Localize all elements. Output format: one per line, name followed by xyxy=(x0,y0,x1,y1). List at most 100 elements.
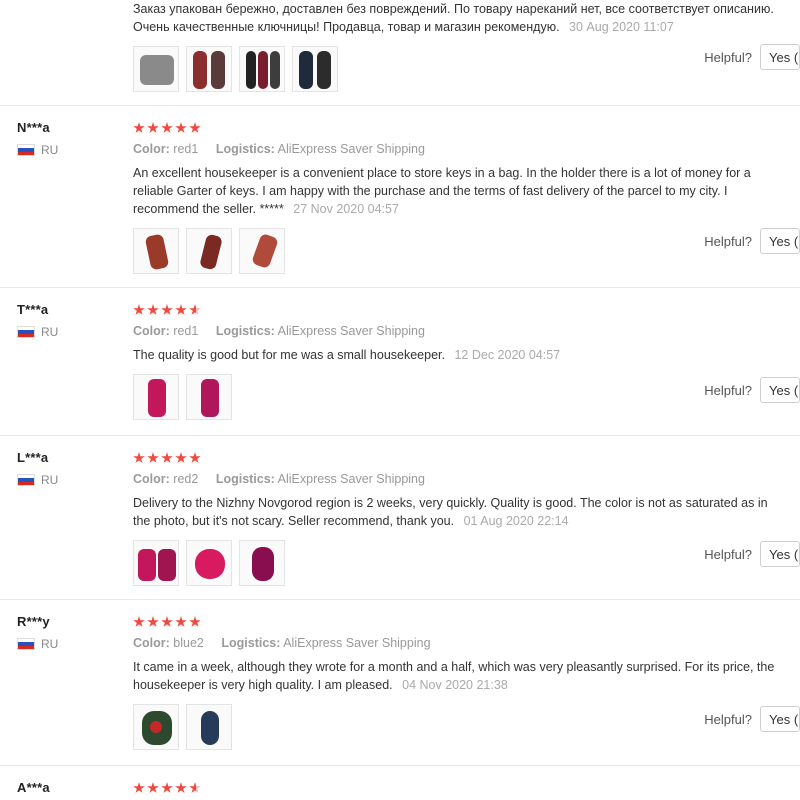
star-icon xyxy=(161,616,173,627)
russia-flag-icon xyxy=(17,474,35,486)
helpful-label: Helpful? xyxy=(704,49,752,65)
color-key: Color: xyxy=(133,472,170,486)
review-text: Delivery to the Nizhny Novgorod region i… xyxy=(133,496,768,528)
color-value: blue2 xyxy=(173,636,204,650)
review-date: 04 Nov 2020 21:38 xyxy=(402,678,508,692)
star-icon xyxy=(175,304,187,315)
helpful-yes-button[interactable]: Yes ( xyxy=(760,706,800,732)
star-icon xyxy=(133,122,145,133)
review-text: The quality is good but for me was a sma… xyxy=(133,348,561,362)
reviewer-country: RU xyxy=(17,143,117,157)
review-content xyxy=(133,780,800,796)
review-photos xyxy=(133,540,800,586)
color-value: red1 xyxy=(173,324,199,338)
star-rating xyxy=(133,780,800,796)
review-photo[interactable] xyxy=(186,46,232,92)
helpful-group: Helpful? Yes ( xyxy=(704,377,800,403)
star-icon xyxy=(133,782,145,793)
helpful-yes-button[interactable]: Yes ( xyxy=(760,541,800,567)
russia-flag-icon xyxy=(17,638,35,650)
star-icon xyxy=(147,782,159,793)
review-meta: Color: red1 Logistics: AliExpress Saver … xyxy=(133,324,800,338)
review-text: It came in a week, although they wrote f… xyxy=(133,660,775,692)
review-photo[interactable] xyxy=(186,540,232,586)
review-photo[interactable] xyxy=(133,46,179,92)
helpful-group: Helpful? Yes ( xyxy=(704,541,800,567)
half-star-icon xyxy=(189,304,201,315)
helpful-label: Helpful? xyxy=(704,546,752,562)
review-photo[interactable] xyxy=(292,46,338,92)
half-star-icon xyxy=(189,782,201,793)
country-code: RU xyxy=(41,325,59,339)
star-icon xyxy=(161,304,173,315)
logistics-key: Logistics: xyxy=(221,636,281,650)
helpful-label: Helpful? xyxy=(704,711,752,727)
color-key: Color: xyxy=(133,636,170,650)
russia-flag-icon xyxy=(17,144,35,156)
review-photo[interactable] xyxy=(239,228,285,274)
logistics-key: Logistics: xyxy=(215,142,275,156)
review-item: T***a RU Color: red1 Logistics: AliExpre… xyxy=(0,288,800,436)
country-code: RU xyxy=(41,637,59,651)
review-photo[interactable] xyxy=(186,228,232,274)
review-photo[interactable] xyxy=(239,540,285,586)
review-text: Заказ упакован бережно, доставлен без по… xyxy=(133,2,774,34)
country-code: RU xyxy=(41,473,59,487)
review-photos xyxy=(133,374,800,420)
logistics-value: AliExpress Saver Shipping xyxy=(277,324,425,338)
review-photos xyxy=(133,228,800,274)
review-meta: Color: red1 Logistics: AliExpress Saver … xyxy=(133,142,800,156)
reviewer-info: A***a xyxy=(17,780,117,800)
helpful-group: Helpful? Yes ( xyxy=(704,44,800,70)
review-photo[interactable] xyxy=(133,228,179,274)
review-photo[interactable] xyxy=(239,46,285,92)
logistics-key: Logistics: xyxy=(215,472,275,486)
russia-flag-icon xyxy=(17,326,35,338)
star-icon xyxy=(175,782,187,793)
review-photo[interactable] xyxy=(186,374,232,420)
review-item: Заказ упакован бережно, доставлен без по… xyxy=(0,0,800,106)
helpful-yes-button[interactable]: Yes ( xyxy=(760,377,800,403)
logistics-key: Logistics: xyxy=(215,324,275,338)
color-key: Color: xyxy=(133,324,170,338)
review-photos xyxy=(133,704,800,750)
review-item: A***a xyxy=(0,766,800,800)
star-icon xyxy=(189,616,201,627)
star-rating xyxy=(133,302,800,318)
review-feed: Заказ упакован бережно, доставлен без по… xyxy=(0,0,800,800)
star-icon xyxy=(147,616,159,627)
helpful-yes-button[interactable]: Yes ( xyxy=(760,228,800,254)
review-date: 12 Dec 2020 04:57 xyxy=(454,348,561,362)
review-photo[interactable] xyxy=(133,374,179,420)
reviewer-info: L***a RU xyxy=(17,450,117,487)
review-photo[interactable] xyxy=(133,704,179,750)
helpful-yes-button[interactable]: Yes ( xyxy=(760,44,800,70)
reviewer-country: RU xyxy=(17,637,117,651)
reviewer-name: R***y xyxy=(17,614,50,629)
star-icon xyxy=(189,122,201,133)
reviewer-name: T***a xyxy=(17,302,49,317)
star-rating xyxy=(133,614,800,630)
logistics-value: AliExpress Saver Shipping xyxy=(277,142,425,156)
logistics-value: AliExpress Saver Shipping xyxy=(283,636,431,650)
review-photo[interactable] xyxy=(133,540,179,586)
reviewer-name: A***a xyxy=(17,780,50,795)
color-value: red2 xyxy=(173,472,199,486)
star-icon xyxy=(147,304,159,315)
logistics-value: AliExpress Saver Shipping xyxy=(277,472,425,486)
review-content: Заказ упакован бережно, доставлен без по… xyxy=(133,0,800,92)
review-text: An excellent housekeeper is a convenient… xyxy=(133,166,751,216)
star-icon xyxy=(161,782,173,793)
color-key: Color: xyxy=(133,142,170,156)
star-icon xyxy=(175,616,187,627)
review-photo[interactable] xyxy=(186,704,232,750)
review-date: 30 Aug 2020 11:07 xyxy=(569,20,674,34)
reviewer-info: N***a RU xyxy=(17,120,117,157)
star-icon xyxy=(175,122,187,133)
star-icon xyxy=(133,616,145,627)
review-item: N***a RU Color: red1 Logistics: AliExpre… xyxy=(0,106,800,288)
helpful-group: Helpful? Yes ( xyxy=(704,228,800,254)
helpful-label: Helpful? xyxy=(704,382,752,398)
star-icon xyxy=(175,452,187,463)
reviewer-country: RU xyxy=(17,325,117,339)
